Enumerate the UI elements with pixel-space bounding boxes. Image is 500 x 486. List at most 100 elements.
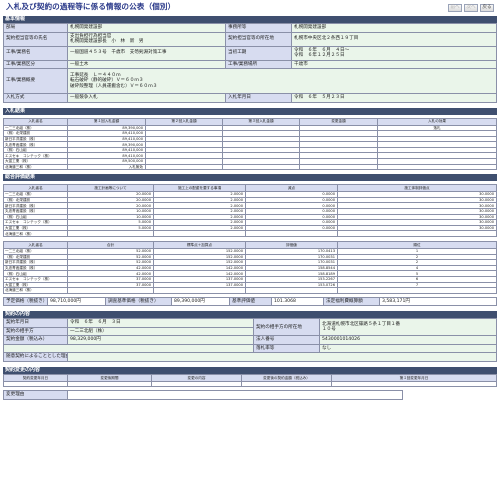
- office-value: 札幌開発建設部: [291, 23, 497, 33]
- summary-value: 工事延長 Ｌ＝４４０ｍ 転石破砕（静的破砕）Ｖ＝６０ｍ３ 破砕殻整理（人員運搬含む）…: [67, 68, 497, 94]
- column-header: 施工計画等について: [67, 184, 154, 193]
- change-heading: 契約変更の内容: [3, 366, 497, 374]
- category-label: 工事/業務区分: [3, 59, 68, 69]
- standard-score-value: 101.3068: [271, 296, 324, 307]
- welfare-cost-label: 法定福利費概算額: [323, 296, 380, 307]
- donation-value: なし: [319, 343, 497, 354]
- method-label: 入札方式: [3, 93, 68, 103]
- title-bar: 入札及び契約の過程等に係る情報の公表（個別） 前へ 次へ 戻る: [3, 0, 497, 16]
- column-header: 第３回入札金額: [222, 117, 300, 126]
- score-cell: [67, 230, 154, 237]
- page: 入札及び契約の過程等に係る情報の公表（個別） 前へ 次へ 戻る 基本情報 部局 …: [0, 0, 500, 486]
- planned-price-label: 予定価格（税抜き）: [3, 296, 48, 307]
- period-value: 令和 ６年 ６月 ４日～ 令和 ６年１２月２５日: [291, 45, 497, 61]
- place-value: 千歳市: [291, 59, 497, 69]
- score-cell: [245, 287, 338, 294]
- evaluation-table-a: 入札者名 施工計画等について 施工上の配慮を要する事項 減点 施工体制評価点 一二三北組…: [3, 184, 497, 237]
- standard-score-label: 基準評価値: [229, 296, 272, 307]
- bid-date-label: 入札年月日: [225, 93, 292, 103]
- column-header: 入札者名: [3, 184, 68, 193]
- column-header: 入札者名: [3, 241, 68, 249]
- column-header: 合計: [67, 241, 154, 249]
- corp-no-label: 法人番号: [253, 335, 320, 345]
- change-reason-value: [67, 390, 403, 400]
- method-value: 一般競争入札: [67, 93, 226, 103]
- survey-price-label: 調査基準価格（税抜き）: [105, 296, 172, 307]
- column-header: 入札者名: [3, 117, 68, 126]
- score-cell: [67, 287, 154, 294]
- welfare-cost-value: 3,583,171円: [379, 296, 497, 307]
- column-header: 契約変更年月日: [3, 373, 68, 382]
- bid-date-value: 令和 ６年 ５月２３日: [291, 93, 497, 103]
- table-row: 北海道三和（株）: [3, 287, 497, 294]
- bid-effect: [377, 163, 497, 171]
- reason-label: 随意契約によることとした理由: [3, 352, 68, 362]
- results-heading: 入札結果: [3, 107, 497, 115]
- contract-heading: 契約の内容: [3, 311, 497, 319]
- contractor-address-value: 札幌市中央区北２条西１９丁目: [291, 31, 497, 47]
- contractor-label: 契約担当官等の氏名: [3, 31, 68, 47]
- column-header: 減点: [245, 184, 338, 193]
- table-row: 北海道三和（株）: [3, 230, 497, 237]
- score-cell: [337, 230, 497, 237]
- column-header: 変更金額: [299, 117, 378, 126]
- page-title: 入札及び契約の過程等に係る情報の公表（個別）: [6, 2, 176, 11]
- reason-value: [67, 352, 497, 362]
- column-header: 第１回入札金額: [67, 117, 146, 126]
- survey-price-value: 89,390,000円: [171, 296, 230, 307]
- bid-amount: [145, 163, 223, 171]
- donation-label: 落札率等: [253, 343, 320, 354]
- column-header: 変更後期間: [67, 373, 152, 382]
- category-value: 一般土木: [67, 59, 226, 69]
- place-label: 工事/業務場所: [225, 59, 292, 69]
- office-label: 事務所等: [225, 23, 292, 33]
- score-cell: [337, 287, 497, 294]
- partner-address-label: 契約の相手方の所在地: [253, 318, 320, 337]
- nav-buttons: 前へ 次へ 戻る: [448, 4, 494, 12]
- column-header: 標準点＋加算点: [153, 241, 246, 249]
- score-cell: [245, 230, 338, 237]
- prev-button[interactable]: 前へ: [448, 4, 462, 12]
- column-header: 順位: [337, 241, 497, 249]
- corp-no-value: 5430001014026: [319, 335, 497, 345]
- column-header: 施工上の配慮を要する事項: [153, 184, 246, 193]
- score-cell: [153, 287, 246, 294]
- bid-amount: [222, 163, 300, 171]
- column-header: 変更後の契約金額（税込み）: [241, 373, 332, 382]
- column-header: 第１回変更年月日: [331, 373, 497, 382]
- bid-amount: [299, 163, 378, 171]
- results-table: 入札者名 第１回入札金額 第２回入札金額 第３回入札金額 変更金額 入札の効果 一二三北組…: [3, 117, 497, 171]
- column-header: 変更の内容: [151, 373, 242, 382]
- evaluation-heading: 総合評価結果: [3, 174, 497, 182]
- evaluation-table-b: 入札者名 合計 標準点＋加算点 評価値 順位 一二三北組（株） 52.0000 152.00…: [3, 241, 497, 294]
- column-header: 施工体制評価点: [337, 184, 497, 193]
- partner-value: 一二三北組（株）: [67, 326, 254, 337]
- contractor-value: 支出負担行為担当官 札幌開発建設部長 小 林 新 男: [67, 31, 226, 47]
- contract-date-label: 契約年月日: [3, 318, 68, 328]
- change-reason-label: 変更理由: [3, 390, 68, 400]
- bidder-name: 北海道三和（株）: [3, 230, 68, 237]
- bidder-name: 北海道三和（株）: [3, 287, 68, 294]
- basic-info-table: 部局 札幌開発建設部 事務所等 札幌開発建設部 契約担当官等の氏名 支出負担行為…: [3, 23, 497, 103]
- reason-row: [3, 343, 254, 354]
- column-header: 評価値: [245, 241, 338, 249]
- contract-table: 契約年月日 令和 ６年 ６月 ３日 契約の相手方の所在地 北海道札幌市北区篠路５…: [3, 318, 497, 362]
- contractor-address-label: 契約担当官等の所在地: [225, 31, 292, 47]
- basic-info-heading: 基本情報: [3, 16, 497, 23]
- partner-address-value: 北海道札幌市北区篠路５条１丁目１番 １０号: [319, 318, 497, 337]
- bidder-name: 北海道三和（株）: [3, 163, 68, 171]
- period-label: 当初工期: [225, 45, 292, 61]
- work-name-label: 工事/業務名: [3, 45, 68, 61]
- bid-amount: 入札無効: [67, 163, 146, 171]
- planned-price-value: 98,710,000円: [47, 296, 106, 307]
- amount-label: 契約金額（税込み）: [3, 335, 68, 345]
- dept-value: 札幌開発建設部: [67, 23, 226, 33]
- dept-label: 部局: [3, 23, 68, 33]
- back-button[interactable]: 戻る: [480, 4, 494, 12]
- change-reason-table: 変更理由: [3, 390, 403, 400]
- score-cell: [153, 230, 246, 237]
- amount-value: 98,329,000円: [67, 335, 254, 345]
- work-name-value: 一般国道４５３号 千歳市 支笏剣淵対策工事: [67, 45, 226, 61]
- summary-label: 工事/業務概要: [3, 68, 68, 94]
- next-button[interactable]: 次へ: [464, 4, 478, 12]
